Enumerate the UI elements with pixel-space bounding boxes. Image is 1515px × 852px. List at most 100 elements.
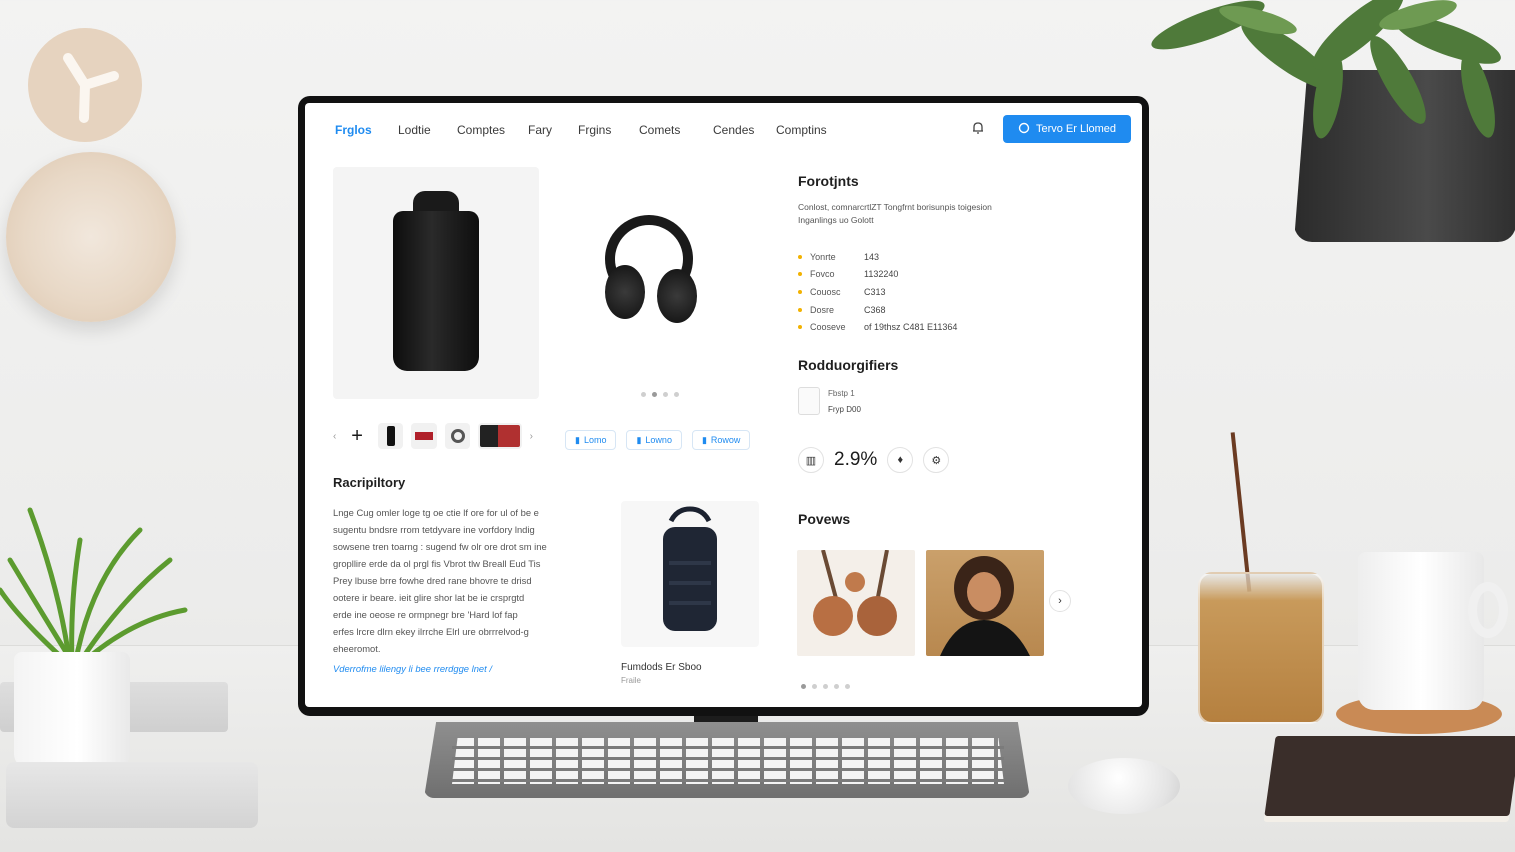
backpack-image[interactable] <box>621 501 759 647</box>
carousel-dot[interactable] <box>663 392 668 397</box>
features-description: Conlost, comnarcrtlZT Tongfrnt borisunpi… <box>798 202 992 225</box>
feature-row: Fovco 1132240 <box>798 266 1058 284</box>
thumbnail-people[interactable] <box>478 423 522 449</box>
recommendation-line-1: Fbstp 1 <box>828 389 855 398</box>
nav-link-0[interactable]: Frglos <box>335 123 372 137</box>
product-image-bottle[interactable] <box>333 167 539 399</box>
feature-card-subtitle: Fraile <box>621 676 642 685</box>
carousel-dot[interactable] <box>801 684 806 689</box>
description-line: Prey lbuse brre fowhe dred rane bhovre t… <box>333 575 532 586</box>
description-read-more-link[interactable]: Vderrofme lilengy li bee rrerdgge lnet / <box>333 663 492 674</box>
feature-key: Couosc <box>810 286 841 297</box>
gallery-actions: ▮ Lomo ▮ Lowno ▮ Rowow <box>565 430 751 450</box>
white-mug <box>1358 552 1484 710</box>
action-pill[interactable]: ▮ Rowow <box>691 430 751 450</box>
image-carousel-dots[interactable] <box>641 392 679 397</box>
recommendation-file-icon[interactable] <box>798 387 820 415</box>
primary-cta-button[interactable]: Tervo Er Llomed <box>1003 115 1131 143</box>
thumbnail-bottle[interactable] <box>377 423 404 449</box>
carousel-dot[interactable] <box>674 392 679 397</box>
feature-value: C313 <box>864 286 886 297</box>
description-line: sugentu bndsre rrom tetdyvare ine vorfdo… <box>333 524 535 535</box>
carousel-dot[interactable] <box>845 684 850 689</box>
features-heading: Forotjnts <box>798 173 859 189</box>
mug-handle <box>1468 582 1508 638</box>
description-line: erfes lrcre dlrn ekey ilrrche Elrl ure o… <box>333 626 529 637</box>
drink-straw <box>1230 432 1252 592</box>
backpack-icon <box>663 506 717 631</box>
product-image-headphones[interactable] <box>585 203 725 343</box>
bullet-icon <box>798 307 802 312</box>
description-body: Lnge Cug omler loge tg oe ctie lf ore fo… <box>333 504 603 657</box>
reviews-carousel-dots[interactable] <box>801 684 850 689</box>
top-nav: Frglos Lodtie Comptes Fary Frgins Comets… <box>305 109 1142 149</box>
reviews-next-arrow-icon[interactable]: › <box>1049 590 1071 612</box>
thumbnail-strip: ‹ + › <box>333 421 533 451</box>
add-thumbnail-icon[interactable]: + <box>344 423 370 449</box>
carousel-dot[interactable] <box>834 684 839 689</box>
action-pill[interactable]: ▮ Lomo <box>565 430 617 450</box>
cta-label: Tervo Er Llomed <box>1035 123 1117 135</box>
cup-icon[interactable]: ▥ <box>798 447 824 473</box>
bottle-body <box>393 211 479 371</box>
chevron-left-icon[interactable]: ‹ <box>333 431 336 442</box>
review-image-coconuts[interactable] <box>797 549 915 656</box>
feature-key: Dosre <box>810 304 835 315</box>
settings-icon[interactable]: ⚙ <box>923 447 950 473</box>
nav-link-4[interactable]: Frgins <box>578 123 611 137</box>
description-line: sowsene tren toarng : sugend fw olr ore … <box>333 541 547 552</box>
rating-row: ▥ 2.9% ♦ ⚙ <box>798 447 950 473</box>
action-pill[interactable]: ▮ Lowno <box>626 430 682 450</box>
feature-row: Dosre C368 <box>798 301 1058 319</box>
nav-link-3[interactable]: Fary <box>528 123 552 137</box>
link-icon: ▮ <box>636 434 642 445</box>
feature-key: Fovco <box>810 269 835 280</box>
nav-link-7[interactable]: Comptins <box>776 123 827 137</box>
nav-link-6[interactable]: Cendes <box>713 123 754 137</box>
product-page-screen: Frglos Lodtie Comptes Fary Frgins Comets… <box>305 103 1142 707</box>
cta-icon <box>1018 122 1030 137</box>
description-line: erde ine oeose re ormpnegr bre 'Hard lof… <box>333 609 518 620</box>
nav-link-2[interactable]: Comptes <box>457 123 505 137</box>
rating-value: 2.9% <box>834 449 878 470</box>
carousel-dot[interactable] <box>823 684 828 689</box>
chevron-right-icon[interactable]: › <box>530 431 533 442</box>
feature-key: Yonrte <box>810 251 836 262</box>
thumbnail-gear[interactable] <box>444 423 471 449</box>
reviews-heading: Povews <box>798 511 851 527</box>
action-label: Lowno <box>645 435 672 445</box>
feature-key: Cooseve <box>810 322 846 333</box>
glass-jar <box>1198 572 1324 724</box>
feature-value: 1132240 <box>864 269 899 280</box>
bell-icon[interactable] <box>971 121 985 135</box>
feature-value: C368 <box>864 304 886 315</box>
recommendations-heading: Rodduorgifiers <box>798 357 899 373</box>
flame-icon[interactable]: ♦ <box>887 447 914 473</box>
left-plant-pot <box>14 652 130 768</box>
description-heading: Racripiltory <box>333 475 406 490</box>
nav-link-1[interactable]: Lodtie <box>398 123 431 137</box>
tag-icon: ▮ <box>575 434 580 445</box>
description-line: eheeromot. <box>333 643 381 654</box>
carousel-dot[interactable] <box>812 684 817 689</box>
feature-card-title: Fumdods Er Sboo <box>621 662 702 673</box>
bullet-icon <box>798 272 802 277</box>
headphone-right-cup <box>657 269 697 323</box>
description-line: gropllire erde da ol prgl fis Vbrot tlw … <box>333 558 541 569</box>
thumbnail-red[interactable] <box>411 423 437 449</box>
nav-link-5[interactable]: Comets <box>639 123 680 137</box>
feature-value: of 19thsz C481 E11364 <box>864 322 958 333</box>
features-list: Yonrte 143 Fovco 1132240 Couosc C313 Dos… <box>798 248 1058 336</box>
save-icon: ▮ <box>701 434 707 445</box>
keyboard-key-rows <box>452 738 1004 784</box>
wall-bowl-decoration <box>6 152 176 322</box>
review-image-person[interactable] <box>926 550 1044 656</box>
bullet-icon <box>798 289 802 294</box>
left-plant-leaves <box>0 500 190 670</box>
carousel-dot[interactable] <box>652 392 657 397</box>
mouse[interactable] <box>1068 758 1180 814</box>
bullet-icon <box>798 325 802 330</box>
carousel-dot[interactable] <box>641 392 646 397</box>
bullet-icon <box>798 254 802 259</box>
hanging-plant-leaves <box>1148 0 1515 150</box>
